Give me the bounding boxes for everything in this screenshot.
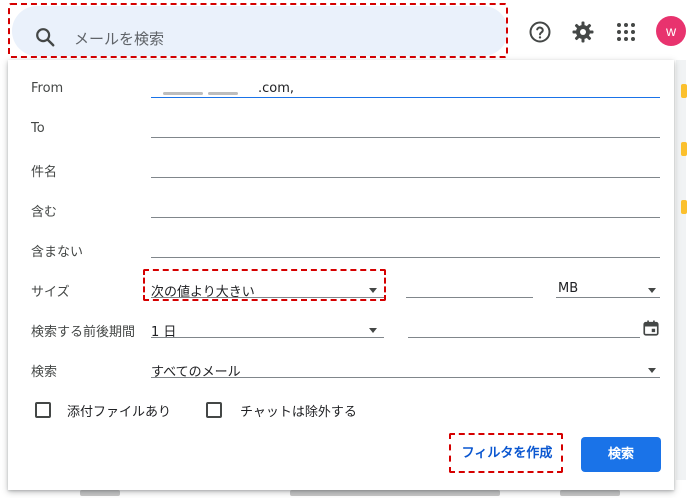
redacted-email: [208, 92, 238, 95]
search-icon[interactable]: [34, 26, 56, 48]
size-unit-underline: [556, 297, 660, 298]
chevron-down-icon[interactable]: [648, 288, 656, 293]
search-placeholder[interactable]: メールを検索: [74, 28, 164, 49]
exclude-chats-label[interactable]: チャットは除外する: [240, 401, 357, 420]
background-label-marker: [681, 84, 687, 98]
background-scrollbar: [676, 60, 686, 480]
search-bar[interactable]: メールを検索: [12, 6, 508, 56]
size-label: サイズ: [31, 285, 70, 300]
help-circle-icon[interactable]: [528, 20, 552, 44]
subject-field[interactable]: [151, 177, 660, 178]
to-label: To: [31, 121, 45, 136]
size-operator-underline: [151, 297, 384, 298]
search-in-label: 検索: [31, 365, 58, 380]
advanced-search-dialog: From .com, To 件名 含む 含まない サイズ 次の値より大きい MB…: [8, 60, 674, 490]
from-value[interactable]: .com,: [258, 81, 294, 96]
from-label: From: [31, 81, 64, 96]
background-label-marker: [681, 200, 687, 214]
calendar-icon[interactable]: [642, 319, 660, 337]
has-attachment-label[interactable]: 添付ファイルあり: [67, 401, 171, 420]
excludes-label: 含まない: [31, 245, 84, 260]
has-attachment-checkbox[interactable]: [35, 402, 51, 418]
excludes-field[interactable]: [151, 257, 660, 258]
redacted-email: [163, 92, 203, 95]
chevron-down-icon[interactable]: [369, 288, 377, 293]
to-field[interactable]: [151, 137, 660, 138]
apps-grid-icon[interactable]: [614, 20, 638, 44]
subject-label: 件名: [31, 165, 58, 180]
date-field[interactable]: [408, 337, 640, 338]
includes-label: 含む: [31, 205, 58, 220]
from-field[interactable]: [151, 97, 660, 98]
create-filter-button[interactable]: フィルタを作成: [454, 436, 560, 472]
chevron-down-icon[interactable]: [648, 368, 656, 373]
top-bar: メールを検索 w: [0, 0, 697, 60]
size-value-field[interactable]: [406, 297, 533, 298]
size-unit-select[interactable]: MB: [558, 281, 578, 296]
date-range-underline: [151, 337, 384, 338]
background-label-marker: [681, 142, 687, 156]
search-button[interactable]: 検索: [581, 437, 661, 472]
chevron-down-icon[interactable]: [369, 328, 377, 333]
avatar[interactable]: w: [656, 16, 686, 46]
date-within-label: 検索する前後期間: [31, 325, 136, 340]
exclude-chats-checkbox[interactable]: [206, 402, 222, 418]
search-in-underline: [151, 377, 660, 378]
gear-icon[interactable]: [571, 20, 595, 44]
includes-field[interactable]: [151, 217, 660, 218]
